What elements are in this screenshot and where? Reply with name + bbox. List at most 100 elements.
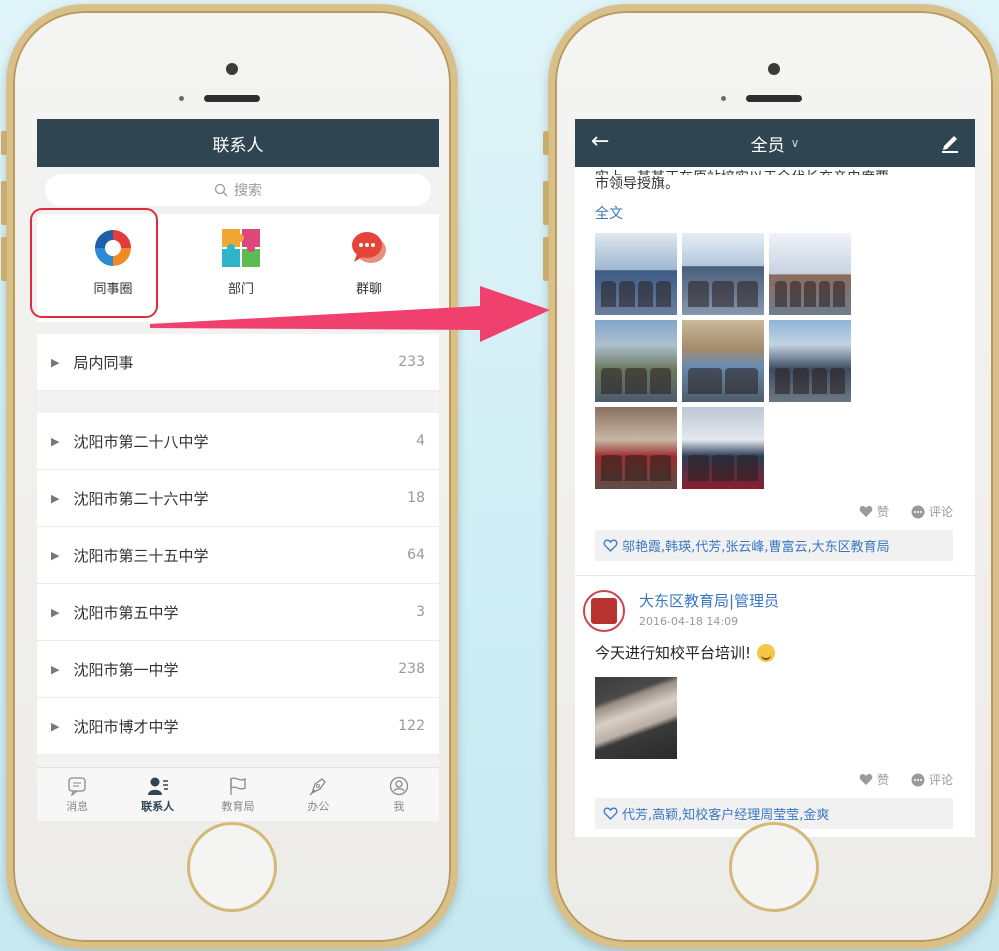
- post-time: 2016-04-18 14:09: [639, 615, 739, 628]
- post-text-tail: 市领导授旗。: [595, 176, 679, 192]
- pen-icon: [309, 777, 327, 795]
- post-author[interactable]: 大东区教育局|管理员: [639, 590, 779, 611]
- bottom-tab-bar: 消息 联系人 教育局 办公 我: [37, 767, 439, 821]
- search-icon: [214, 183, 228, 197]
- expand-triangle-icon: ▶: [51, 662, 60, 676]
- edit-icon[interactable]: [939, 131, 961, 153]
- post-photo[interactable]: [682, 320, 764, 402]
- page-title: 全员: [750, 135, 785, 156]
- proximity-sensor: [179, 96, 184, 101]
- post-photo[interactable]: [769, 320, 851, 402]
- schools-list: ▶ 沈阳市第二十八中学 4 ▶ 沈阳市第二十六中学 18 ▶ 沈阳市第三十五中学…: [37, 413, 439, 755]
- heart-outline-icon: [603, 539, 618, 552]
- search-input[interactable]: 搜索: [45, 174, 431, 206]
- like-button[interactable]: 赞: [859, 503, 889, 520]
- proximity-sensor: [721, 96, 726, 101]
- full-text-link[interactable]: 全文: [595, 203, 623, 223]
- post-photo[interactable]: [682, 407, 764, 489]
- liked-by-names[interactable]: 代芳,高颖,知校客户经理周莹莹,金爽: [622, 804, 829, 823]
- feed: 实上，某某正在原站培实以于全代长充亲电度要 市领导授旗。 全文 赞: [575, 169, 975, 829]
- post-photo[interactable]: [682, 233, 764, 315]
- tab-office[interactable]: 办公: [278, 768, 358, 821]
- scope-selector[interactable]: 全员 ∨: [751, 131, 800, 156]
- front-camera: [768, 63, 780, 75]
- list-item-count: 3: [416, 604, 425, 620]
- list-item[interactable]: ▶ 沈阳市第五中学 3: [37, 584, 439, 641]
- nav-bar: ← 全员 ∨: [575, 119, 975, 167]
- left-phone-frame: 联系人 搜索 同事圈 部门 群聊 ▶ 局内同事 233 ▶ 沈阳市第二十八中学 …: [1, 4, 458, 949]
- back-arrow-icon[interactable]: ←: [591, 129, 609, 154]
- tab-label: 联系人: [141, 799, 175, 813]
- post-photo[interactable]: [595, 320, 677, 402]
- post-photo[interactable]: [595, 677, 677, 759]
- chat-bubble-icon: [349, 228, 389, 268]
- comment-icon: [911, 773, 925, 786]
- home-button: [187, 822, 277, 912]
- comment-icon: [911, 505, 925, 518]
- mute-switch: [1, 131, 7, 155]
- front-camera: [226, 63, 238, 75]
- heart-icon: [859, 505, 873, 517]
- expand-triangle-icon: ▶: [51, 434, 60, 448]
- photo-grid: [595, 233, 953, 489]
- list-item[interactable]: ▶ 沈阳市第一中学 238: [37, 641, 439, 698]
- list-item-name: 沈阳市第一中学: [73, 660, 179, 679]
- expand-triangle-icon: ▶: [51, 605, 60, 619]
- expand-triangle-icon: ▶: [51, 491, 60, 505]
- expand-triangle-icon: ▶: [51, 719, 60, 733]
- tab-label: 消息: [66, 799, 89, 813]
- nav-bar: 联系人: [37, 119, 439, 167]
- tab-label: 我: [393, 799, 405, 813]
- list-item[interactable]: ▶ 沈阳市第二十八中学 4: [37, 413, 439, 470]
- search-placeholder: 搜索: [234, 183, 262, 199]
- comment-button[interactable]: 评论: [911, 771, 953, 788]
- post-body: 今天进行知校平台培训!: [595, 644, 752, 662]
- list-item-count: 233: [398, 354, 425, 370]
- post-text: 实上，某某正在原站培实以于全代长充亲电度要 市领导授旗。: [595, 169, 953, 193]
- section-gap: [37, 391, 439, 413]
- expand-triangle-icon: ▶: [51, 548, 60, 562]
- flag-icon: [230, 777, 246, 795]
- list-item-name: 沈阳市博才中学: [73, 717, 179, 736]
- list-item[interactable]: ▶ 沈阳市第三十五中学 64: [37, 527, 439, 584]
- list-item-count: 4: [416, 433, 425, 449]
- message-icon: [68, 776, 86, 796]
- liked-by-list: 邬艳霞,韩瑛,代芳,张云峰,曹富云,大东区教育局: [595, 530, 953, 561]
- earpiece-speaker: [746, 95, 802, 102]
- list-item-count: 18: [407, 490, 425, 506]
- volume-up-button: [1, 181, 7, 225]
- list-item-count: 238: [398, 661, 425, 677]
- post-actions: 赞 评论: [595, 503, 953, 520]
- list-item[interactable]: ▶ 沈阳市博才中学 122: [37, 698, 439, 755]
- mute-switch: [543, 131, 549, 155]
- list-item-name: 沈阳市第二十六中学: [73, 489, 209, 508]
- list-item-count: 64: [407, 547, 425, 563]
- tab-label: 办公: [307, 799, 330, 813]
- right-phone-frame: ← 全员 ∨ 实上，某某正在原站培实以于全代长充亲电度要 市领导授旗。 全文: [543, 4, 999, 949]
- contacts-icon: [147, 777, 168, 795]
- search-bar: 搜索: [37, 167, 439, 214]
- tab-me[interactable]: 我: [359, 768, 439, 821]
- tab-contacts[interactable]: 联系人: [117, 768, 197, 821]
- like-button[interactable]: 赞: [859, 771, 889, 788]
- comment-button[interactable]: 评论: [911, 503, 953, 520]
- heart-outline-icon: [603, 807, 618, 820]
- post-actions: 赞 评论: [595, 771, 953, 788]
- post-photo[interactable]: [769, 233, 851, 315]
- post-photo[interactable]: [595, 407, 677, 489]
- avatar[interactable]: [583, 590, 625, 632]
- tab-messages[interactable]: 消息: [37, 768, 117, 821]
- volume-down-button: [1, 237, 7, 281]
- post-photo[interactable]: [595, 233, 677, 315]
- pointer-arrow: [150, 286, 550, 342]
- volume-up-button: [543, 181, 549, 225]
- earpiece-speaker: [204, 95, 260, 102]
- comment-label: 评论: [928, 773, 953, 787]
- home-button: [729, 822, 819, 912]
- list-item-name: 沈阳市第五中学: [73, 603, 179, 622]
- liked-by-names[interactable]: 邬艳霞,韩瑛,代芳,张云峰,曹富云,大东区教育局: [622, 536, 890, 555]
- list-item[interactable]: ▶ 沈阳市第二十六中学 18: [37, 470, 439, 527]
- tab-education-bureau[interactable]: 教育局: [198, 768, 278, 821]
- seal-logo-icon: [591, 598, 617, 624]
- chevron-down-icon: ∨: [790, 136, 800, 150]
